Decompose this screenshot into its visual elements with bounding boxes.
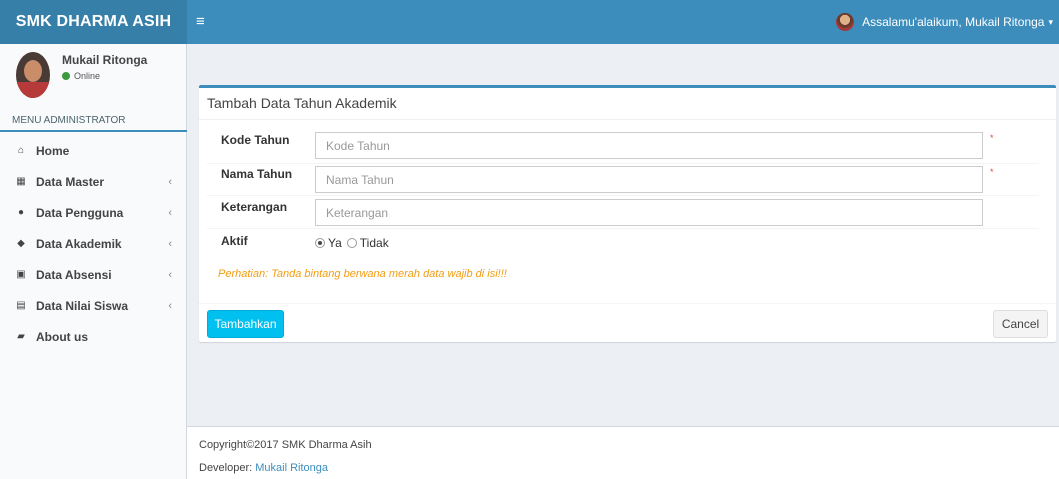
- tambahkan-button[interactable]: Tambahkan: [207, 310, 284, 338]
- sidebar-item-label: Data Nilai Siswa: [36, 298, 129, 313]
- divider: [207, 195, 1039, 196]
- sidebar-item-data-pengguna[interactable]: ● Data Pengguna ‹: [0, 197, 186, 228]
- status-label: Online: [74, 71, 101, 81]
- developer-prefix: Developer:: [199, 462, 253, 474]
- user-greeting: Assalamu'alaikum, Mukail Ritonga: [862, 15, 1045, 29]
- divider: [199, 119, 1056, 120]
- caret-down-icon: ▾: [1048, 16, 1053, 27]
- keterangan-input[interactable]: [315, 199, 983, 226]
- book-icon: ▰: [17, 331, 25, 342]
- tag-icon: ◆: [17, 238, 25, 249]
- cancel-button[interactable]: Cancel: [993, 310, 1048, 338]
- chevron-left-icon: ‹: [168, 237, 172, 250]
- sidebar-user-name: Mukail Ritonga: [62, 53, 148, 67]
- divider: [207, 163, 1039, 164]
- page-title: Tambah Data Tahun Akademik: [207, 95, 397, 111]
- chevron-left-icon: ‹: [168, 175, 172, 188]
- sidebar-item-label: Data Master: [36, 174, 105, 189]
- sidebar-item-home[interactable]: ⌂ Home: [0, 135, 186, 166]
- warning-text: Perhatian: Tanda bintang berwana merah d…: [218, 268, 507, 280]
- sidebar-item-label: Data Pengguna: [36, 205, 124, 220]
- developer-line: Developer: Mukail Ritonga: [199, 462, 328, 474]
- radio-ya[interactable]: [315, 238, 325, 248]
- sidebar-item-data-absensi[interactable]: ▣ Data Absensi ‹: [0, 259, 186, 290]
- required-mark: *: [990, 167, 994, 177]
- user-status: Online: [62, 71, 100, 81]
- sidebar-item-label: Home: [36, 143, 70, 158]
- field-label: Kode Tahun: [221, 133, 290, 147]
- field-label: Nama Tahun: [221, 167, 293, 181]
- sidebar-menu: ⌂ Home ▦ Data Master ‹ ● Data Pengguna ‹…: [0, 135, 186, 352]
- developer-link[interactable]: Mukail Ritonga: [255, 462, 328, 474]
- chevron-left-icon: ‹: [168, 206, 172, 219]
- sidebar-item-data-akademik[interactable]: ◆ Data Akademik ‹: [0, 228, 186, 259]
- chevron-left-icon: ‹: [168, 299, 172, 312]
- top-navbar: SMK DHARMA ASIH ≡ Assalamu'alaikum, Muka…: [0, 0, 1059, 44]
- field-label: Keterangan: [221, 200, 288, 214]
- chevron-left-icon: ‹: [168, 268, 172, 281]
- sidebar-item-label: Data Akademik: [36, 236, 122, 251]
- menu-header: MENU ADMINISTRATOR: [0, 110, 186, 132]
- sidebar-item-data-nilai-siswa[interactable]: ▤ Data Nilai Siswa ‹: [0, 290, 186, 321]
- sidebar-item-label: Data Absensi: [36, 267, 112, 282]
- user-avatar-small: [836, 13, 855, 31]
- menu-toggle-icon[interactable]: ≡: [196, 0, 214, 44]
- required-mark: *: [990, 133, 994, 143]
- field-label: Aktif: [221, 234, 248, 248]
- divider: [199, 303, 1056, 304]
- grid-icon: ▦: [16, 176, 26, 187]
- home-icon: ⌂: [17, 145, 25, 156]
- table-icon: ▤: [16, 300, 26, 311]
- online-status-dot-icon: [62, 72, 70, 80]
- user-menu[interactable]: Assalamu'alaikum, Mukail Ritonga ▾: [836, 0, 1053, 44]
- form-box: Tambah Data Tahun Akademik Kode Tahun * …: [199, 85, 1056, 342]
- user-icon: ●: [17, 207, 25, 218]
- page-footer: Copyright©2017 SMK Dharma Asih Developer…: [187, 426, 1059, 479]
- sidebar: Mukail Ritonga Online MENU ADMINISTRATOR…: [0, 44, 187, 479]
- user-panel: Mukail Ritonga Online: [0, 44, 186, 104]
- sidebar-item-label: About us: [36, 329, 88, 344]
- sidebar-item-about-us[interactable]: ▰ About us: [0, 321, 186, 352]
- radio-label-ya[interactable]: Ya: [328, 236, 342, 250]
- brand-logo[interactable]: SMK DHARMA ASIH: [0, 0, 187, 44]
- menu-divider: [0, 130, 187, 132]
- avatar: [16, 52, 50, 98]
- nama-tahun-input[interactable]: [315, 166, 983, 193]
- aktif-radio-group: Ya Tidak: [315, 236, 394, 250]
- calendar-icon: ▣: [16, 269, 26, 280]
- sidebar-item-data-master[interactable]: ▦ Data Master ‹: [0, 166, 186, 197]
- copyright-text: Copyright©2017 SMK Dharma Asih: [199, 439, 372, 451]
- radio-label-tidak[interactable]: Tidak: [360, 236, 389, 250]
- kode-tahun-input[interactable]: [315, 132, 983, 159]
- divider: [207, 228, 1039, 229]
- radio-tidak[interactable]: [346, 238, 357, 248]
